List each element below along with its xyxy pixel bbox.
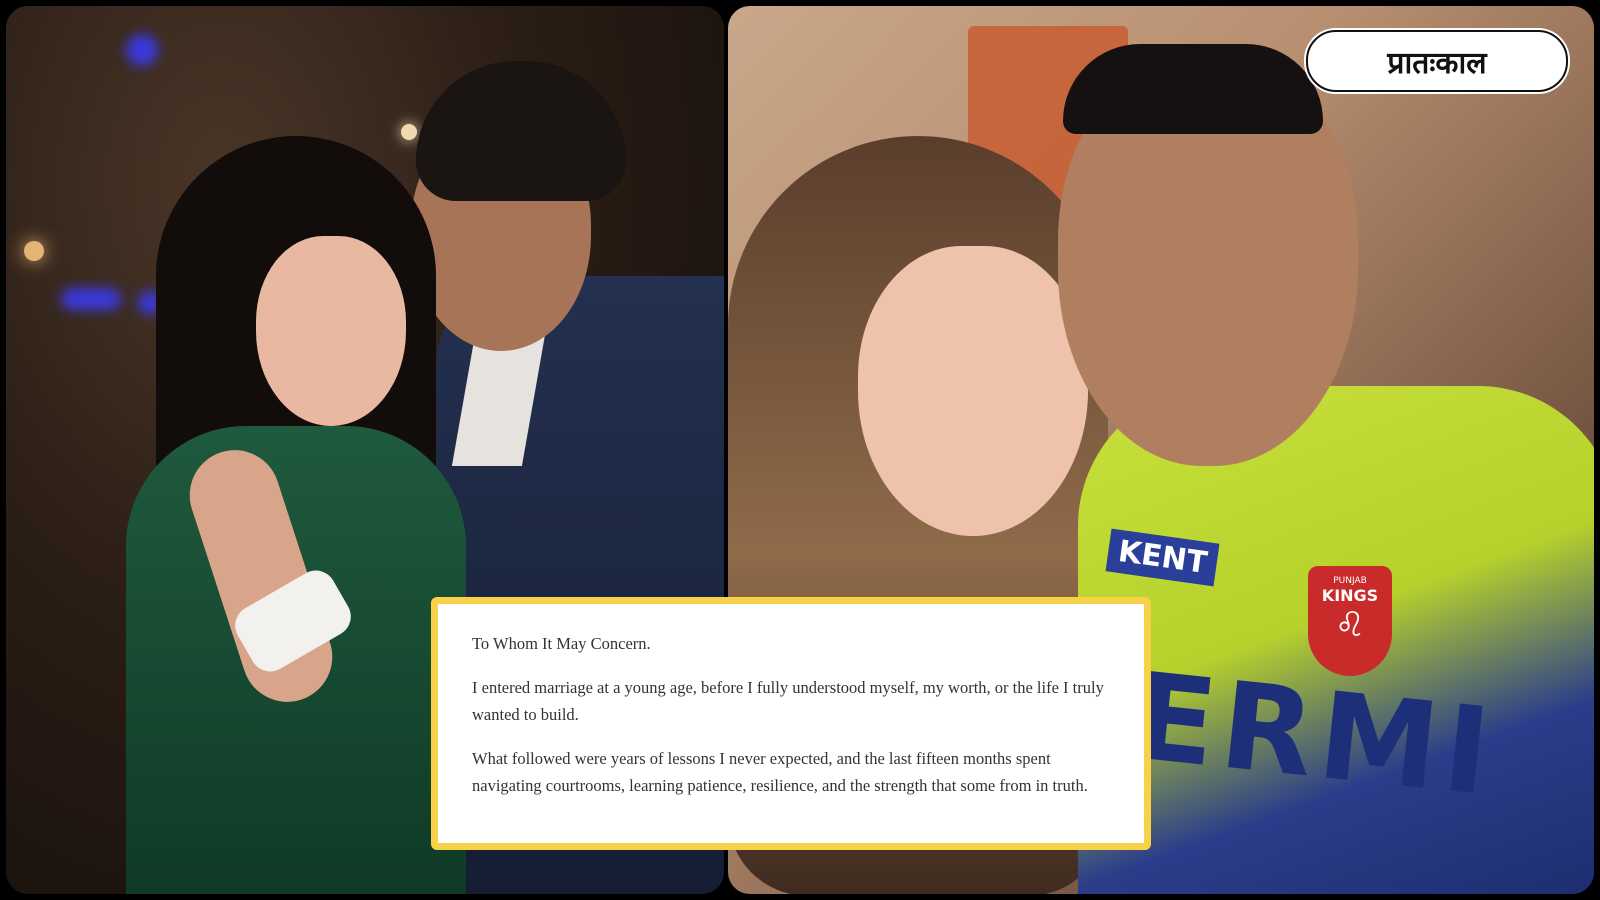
man-hair — [416, 61, 626, 201]
woman-face — [858, 246, 1088, 536]
background-light — [24, 241, 44, 261]
brand-logo: प्रातःकाल — [1306, 30, 1568, 92]
letter-salutation: To Whom It May Concern. — [472, 634, 651, 653]
man-hair — [1063, 44, 1323, 134]
crest-main-text: KINGS — [1321, 586, 1379, 605]
letter-excerpt: To Whom It May Concern. I entered marria… — [431, 597, 1151, 850]
crest-top-text: PUNJAB — [1333, 576, 1367, 586]
lion-icon: ♌ — [1334, 605, 1366, 645]
letter-paragraph: What followed were years of lessons I ne… — [472, 749, 1088, 795]
image-frame: KENT ERMI PUNJAB KINGS ♌ प्रातःकाल To Wh… — [0, 0, 1600, 900]
woman-face — [256, 236, 406, 426]
background-light — [401, 124, 417, 140]
blue-light — [126, 34, 158, 66]
blue-light — [61, 288, 121, 310]
letter-paragraph: I entered marriage at a young age, befor… — [472, 678, 1104, 724]
team-crest: PUNJAB KINGS ♌ — [1308, 566, 1392, 676]
